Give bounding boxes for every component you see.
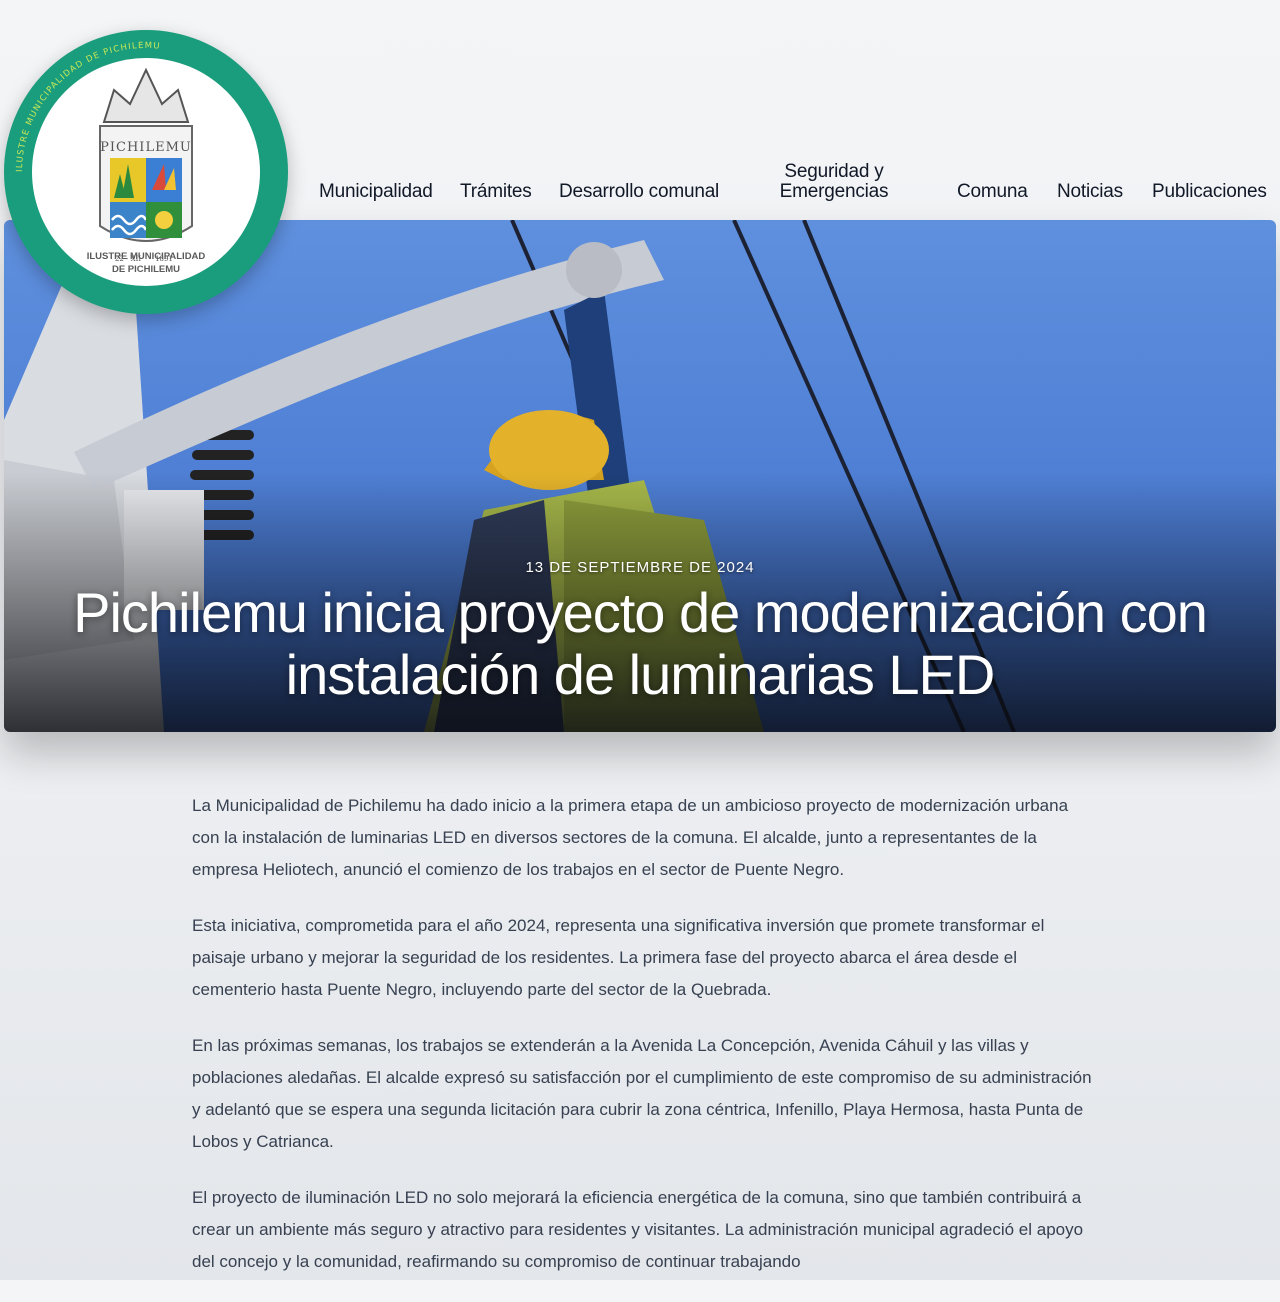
nav-municipalidad[interactable]: Municipalidad bbox=[319, 182, 433, 202]
hero-date: 13 DE SEPTIEMBRE DE 2024 bbox=[525, 559, 755, 576]
article-body: La Municipalidad de Pichilemu ha dado in… bbox=[192, 790, 1092, 1302]
main-navigation: Municipalidad Trámites Desarrollo comuna… bbox=[300, 0, 1280, 210]
logo-shield-title: PICHILEMU bbox=[100, 140, 192, 155]
hero-title: Pichilemu inicia proyecto de modernizaci… bbox=[73, 581, 1208, 706]
municipality-logo[interactable]: ILUSTRE MUNICIPALIDAD DE PICHILEMU PICHI… bbox=[4, 30, 288, 314]
nav-tramites[interactable]: Trámites bbox=[460, 182, 532, 202]
nav-publicaciones[interactable]: Publicaciones bbox=[1152, 182, 1267, 202]
nav-desarrollo-comunal[interactable]: Desarrollo comunal bbox=[559, 182, 719, 202]
nav-comuna[interactable]: Comuna bbox=[957, 182, 1028, 202]
article-paragraph: La Municipalidad de Pichilemu ha dado in… bbox=[192, 796, 1069, 879]
article-paragraph: El proyecto de iluminación LED no solo m… bbox=[192, 1188, 1084, 1271]
logo-caption-line2: DE PICHILEMU bbox=[112, 264, 180, 275]
article-paragraph: Esta iniciativa, comprometida para el añ… bbox=[192, 916, 1045, 999]
nav-seguridad-emergencias[interactable]: Seguridad y Emergencias bbox=[769, 162, 899, 202]
logo-caption-line1: ILUSTRE MUNICIPALIDAD bbox=[87, 251, 206, 262]
nav-noticias[interactable]: Noticias bbox=[1057, 182, 1123, 202]
municipality-seal-icon: ILUSTRE MUNICIPALIDAD DE PICHILEMU PICHI… bbox=[8, 34, 284, 310]
article-paragraph: En las próximas semanas, los trabajos se… bbox=[192, 1036, 1092, 1151]
